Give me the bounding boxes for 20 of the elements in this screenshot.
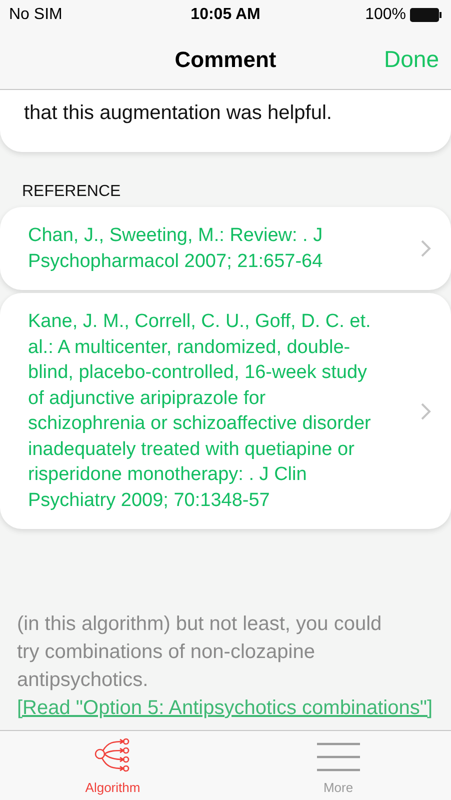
- branching-diagram-icon: [94, 738, 132, 772]
- reference-text: Kane, J. M., Correll, C. U., Goff, D. C. et. al.: A multicenter, randomized, double-blind, placebo-controlled, 16-week study of adjunctive aripiprazole for schizophrenia or schizoaffective disorder inadequately treated with quetiapine or risperidone monotherapy: . J Clin Psychiatry 2009; 70:1348-57: [28, 310, 372, 512]
- comment-text: that this augmentation was helpful.: [24, 101, 333, 126]
- body-paragraph: (in this algorithm) but not least, you could try combinations of non-clozapine antipsychotics.: [17, 612, 383, 693]
- tab-item[interactable]: Algorithm: [0, 731, 226, 800]
- read-link[interactable]: [Read "Option 5: Antipsychotics combinations"]: [17, 694, 433, 722]
- tab-item[interactable]: More: [226, 731, 451, 800]
- section-label: REFERENCE: [22, 182, 121, 202]
- clock-text: 10:05 AM: [190, 5, 260, 25]
- reference-item[interactable]: [0, 293, 451, 529]
- carrier-text: No SIM: [9, 5, 62, 25]
- battery-icon: [410, 8, 442, 22]
- reference-text: Chan, J., Sweeting, M.: Review: . J Psychopharmacol 2007; 21:657-64: [28, 224, 324, 274]
- chevron-right-icon: [421, 240, 431, 257]
- reference-item[interactable]: Chan, J., Sweeting, M.: Review: . J Psychopharmacol 2007; 21:657-64: [0, 207, 451, 290]
- done-button[interactable]: Done: [384, 42, 439, 77]
- menu-icon: [316, 742, 360, 772]
- chevron-right-icon: [421, 402, 431, 420]
- battery-text: 100%: [365, 5, 406, 25]
- screen-title: Comment: [174, 46, 276, 74]
